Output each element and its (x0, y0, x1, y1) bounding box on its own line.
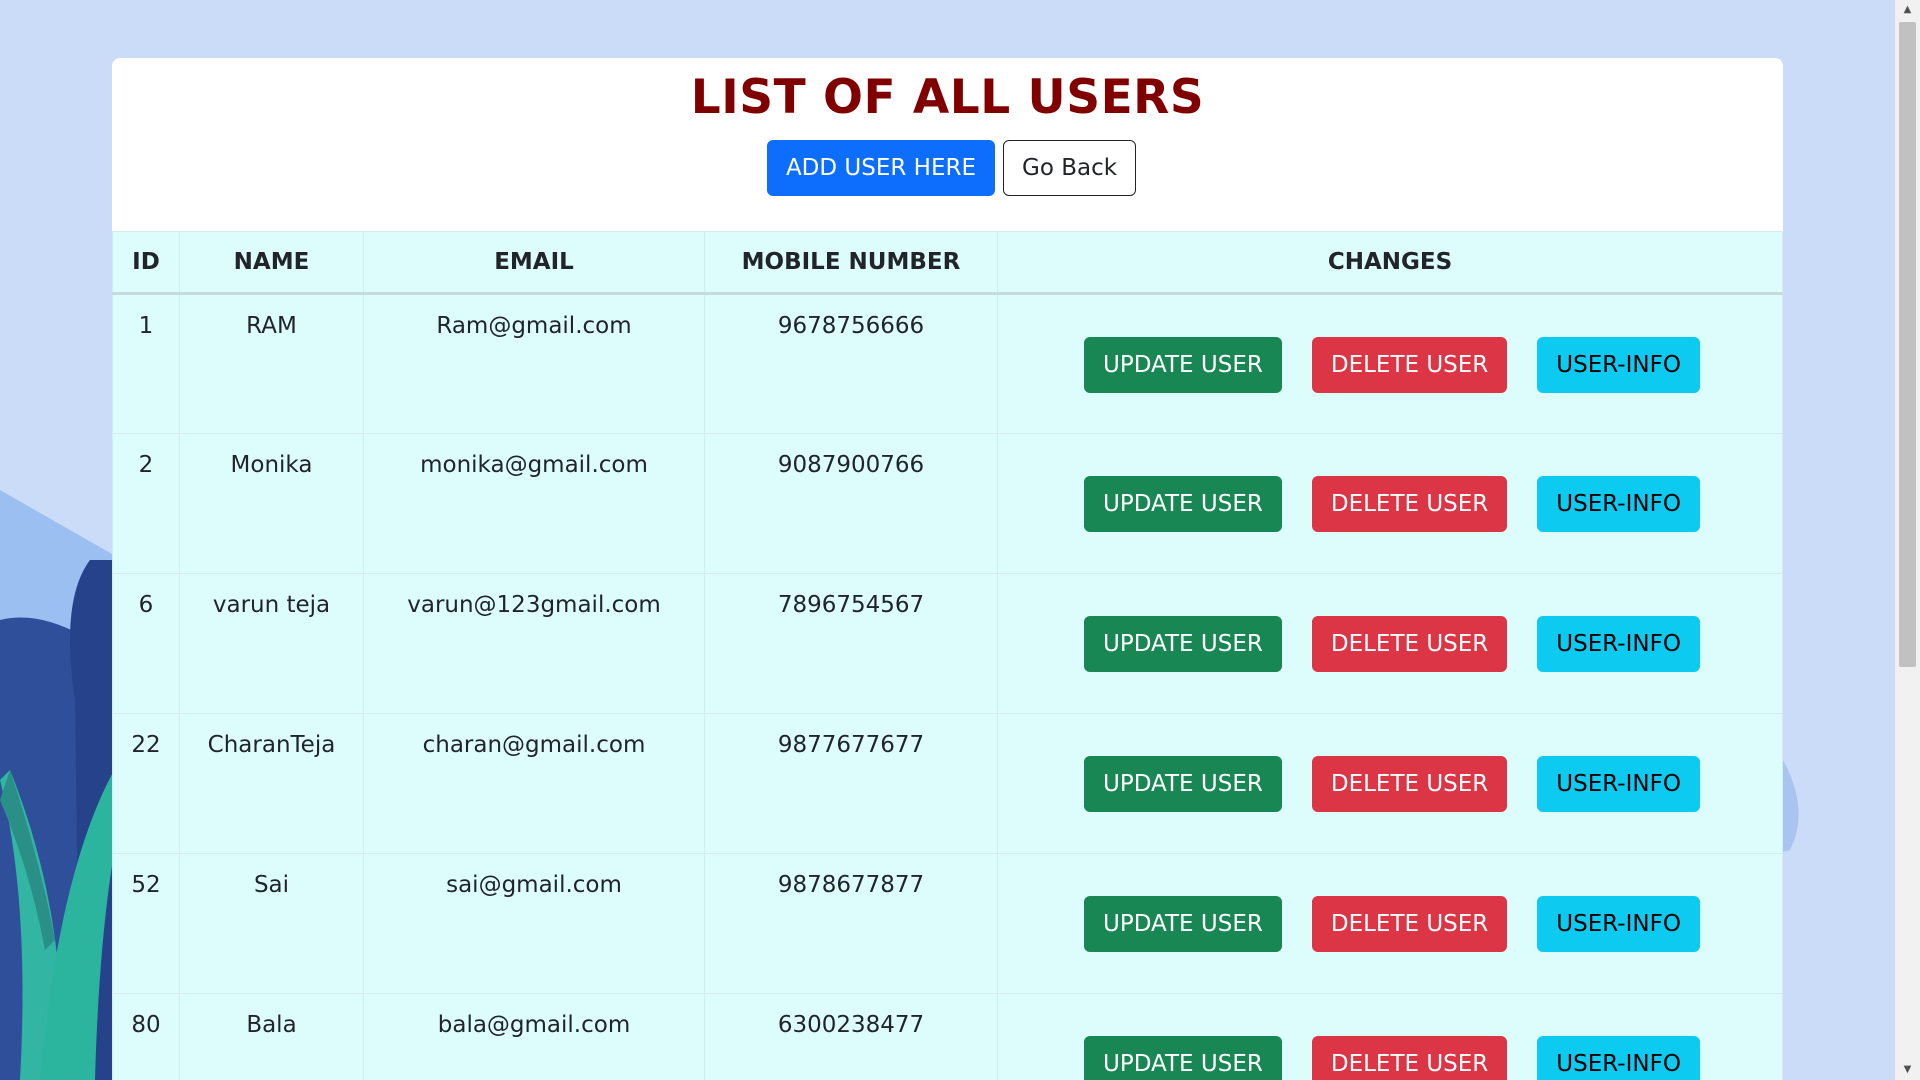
cell-mobile: 7896754567 (704, 573, 998, 714)
scroll-down-arrow-icon[interactable]: ▼ (1895, 1060, 1920, 1080)
go-back-button[interactable]: Go Back (1003, 140, 1137, 196)
scrollbar-thumb[interactable] (1899, 22, 1916, 667)
update-user-button[interactable]: UPDATE USER (1084, 896, 1282, 952)
cell-name: RAM (179, 293, 364, 434)
cell-email: monika@gmail.com (363, 433, 705, 574)
scroll-up-arrow-icon[interactable]: ▲ (1895, 0, 1920, 20)
cell-changes: UPDATE USER DELETE USER USER-INFO (997, 573, 1783, 714)
table-header-row: ID NAME EMAIL MOBILE NUMBER CHANGES (112, 231, 1783, 295)
add-user-button[interactable]: ADD USER HERE (766, 140, 996, 196)
cell-email: charan@gmail.com (363, 713, 705, 854)
update-user-button[interactable]: UPDATE USER (1084, 756, 1282, 812)
cell-id: 52 (112, 853, 180, 994)
cell-id: 22 (112, 713, 180, 854)
user-info-button[interactable]: USER-INFO (1537, 896, 1700, 952)
users-table: ID NAME EMAIL MOBILE NUMBER CHANGES 1 RA… (112, 231, 1783, 1080)
cell-id: 80 (112, 993, 180, 1080)
cell-name: Monika (179, 433, 364, 574)
header-id: ID (112, 231, 180, 295)
table-row: 1 RAM Ram@gmail.com 9678756666 UPDATE US… (112, 293, 1783, 434)
row-actions: UPDATE USER DELETE USER USER-INFO (1003, 896, 1781, 952)
cell-email: sai@gmail.com (363, 853, 705, 994)
delete-user-button[interactable]: DELETE USER (1311, 337, 1508, 393)
cell-mobile: 9877677677 (704, 713, 998, 854)
cell-email: varun@123gmail.com (363, 573, 705, 714)
header-mobile: MOBILE NUMBER (704, 231, 998, 295)
cell-mobile: 9087900766 (704, 433, 998, 574)
update-user-button[interactable]: UPDATE USER (1084, 1036, 1282, 1080)
user-info-button[interactable]: USER-INFO (1537, 1036, 1700, 1080)
user-info-button[interactable]: USER-INFO (1537, 337, 1700, 393)
cell-name: CharanTeja (179, 713, 364, 854)
update-user-button[interactable]: UPDATE USER (1084, 337, 1282, 393)
cell-email: bala@gmail.com (363, 993, 705, 1080)
delete-user-button[interactable]: DELETE USER (1311, 1036, 1508, 1080)
row-actions: UPDATE USER DELETE USER USER-INFO (1003, 756, 1781, 812)
page-title: LIST OF ALL USERS (690, 70, 1205, 125)
cell-mobile: 9678756666 (704, 293, 998, 434)
cell-email: Ram@gmail.com (363, 293, 705, 434)
cell-changes: UPDATE USER DELETE USER USER-INFO (997, 993, 1783, 1080)
cell-id: 2 (112, 433, 180, 574)
table-row: 2 Monika monika@gmail.com 9087900766 UPD… (112, 433, 1783, 574)
table-row: 52 Sai sai@gmail.com 9878677877 UPDATE U… (112, 853, 1783, 994)
cell-mobile: 9878677877 (704, 853, 998, 994)
cell-mobile: 6300238477 (704, 993, 998, 1080)
row-actions: UPDATE USER DELETE USER USER-INFO (1003, 476, 1781, 532)
update-user-button[interactable]: UPDATE USER (1084, 616, 1282, 672)
users-card: LIST OF ALL USERS ADD USER HERE Go Back … (112, 58, 1783, 1080)
table-row: 6 varun teja varun@123gmail.com 78967545… (112, 573, 1783, 714)
delete-user-button[interactable]: DELETE USER (1311, 616, 1508, 672)
cell-id: 6 (112, 573, 180, 714)
cell-changes: UPDATE USER DELETE USER USER-INFO (997, 293, 1783, 434)
row-actions: UPDATE USER DELETE USER USER-INFO (1003, 1036, 1781, 1080)
header-email: EMAIL (363, 231, 705, 295)
user-info-button[interactable]: USER-INFO (1537, 756, 1700, 812)
table-row: 80 Bala bala@gmail.com 6300238477 UPDATE… (112, 993, 1783, 1080)
cell-changes: UPDATE USER DELETE USER USER-INFO (997, 433, 1783, 574)
cell-changes: UPDATE USER DELETE USER USER-INFO (997, 713, 1783, 854)
user-info-button[interactable]: USER-INFO (1537, 616, 1700, 672)
top-actions: ADD USER HERE Go Back (120, 140, 1783, 196)
cell-name: varun teja (179, 573, 364, 714)
cell-changes: UPDATE USER DELETE USER USER-INFO (997, 853, 1783, 994)
delete-user-button[interactable]: DELETE USER (1311, 476, 1508, 532)
row-actions: UPDATE USER DELETE USER USER-INFO (1003, 337, 1781, 393)
table-row: 22 CharanTeja charan@gmail.com 987767767… (112, 713, 1783, 854)
cell-name: Bala (179, 993, 364, 1080)
header-name: NAME (179, 231, 364, 295)
cell-id: 1 (112, 293, 180, 434)
page-scrollbar[interactable]: ▲ ▼ (1895, 0, 1920, 1080)
row-actions: UPDATE USER DELETE USER USER-INFO (1003, 616, 1781, 672)
update-user-button[interactable]: UPDATE USER (1084, 476, 1282, 532)
delete-user-button[interactable]: DELETE USER (1311, 896, 1508, 952)
cell-name: Sai (179, 853, 364, 994)
user-info-button[interactable]: USER-INFO (1537, 476, 1700, 532)
delete-user-button[interactable]: DELETE USER (1311, 756, 1508, 812)
header-changes: CHANGES (997, 231, 1783, 295)
